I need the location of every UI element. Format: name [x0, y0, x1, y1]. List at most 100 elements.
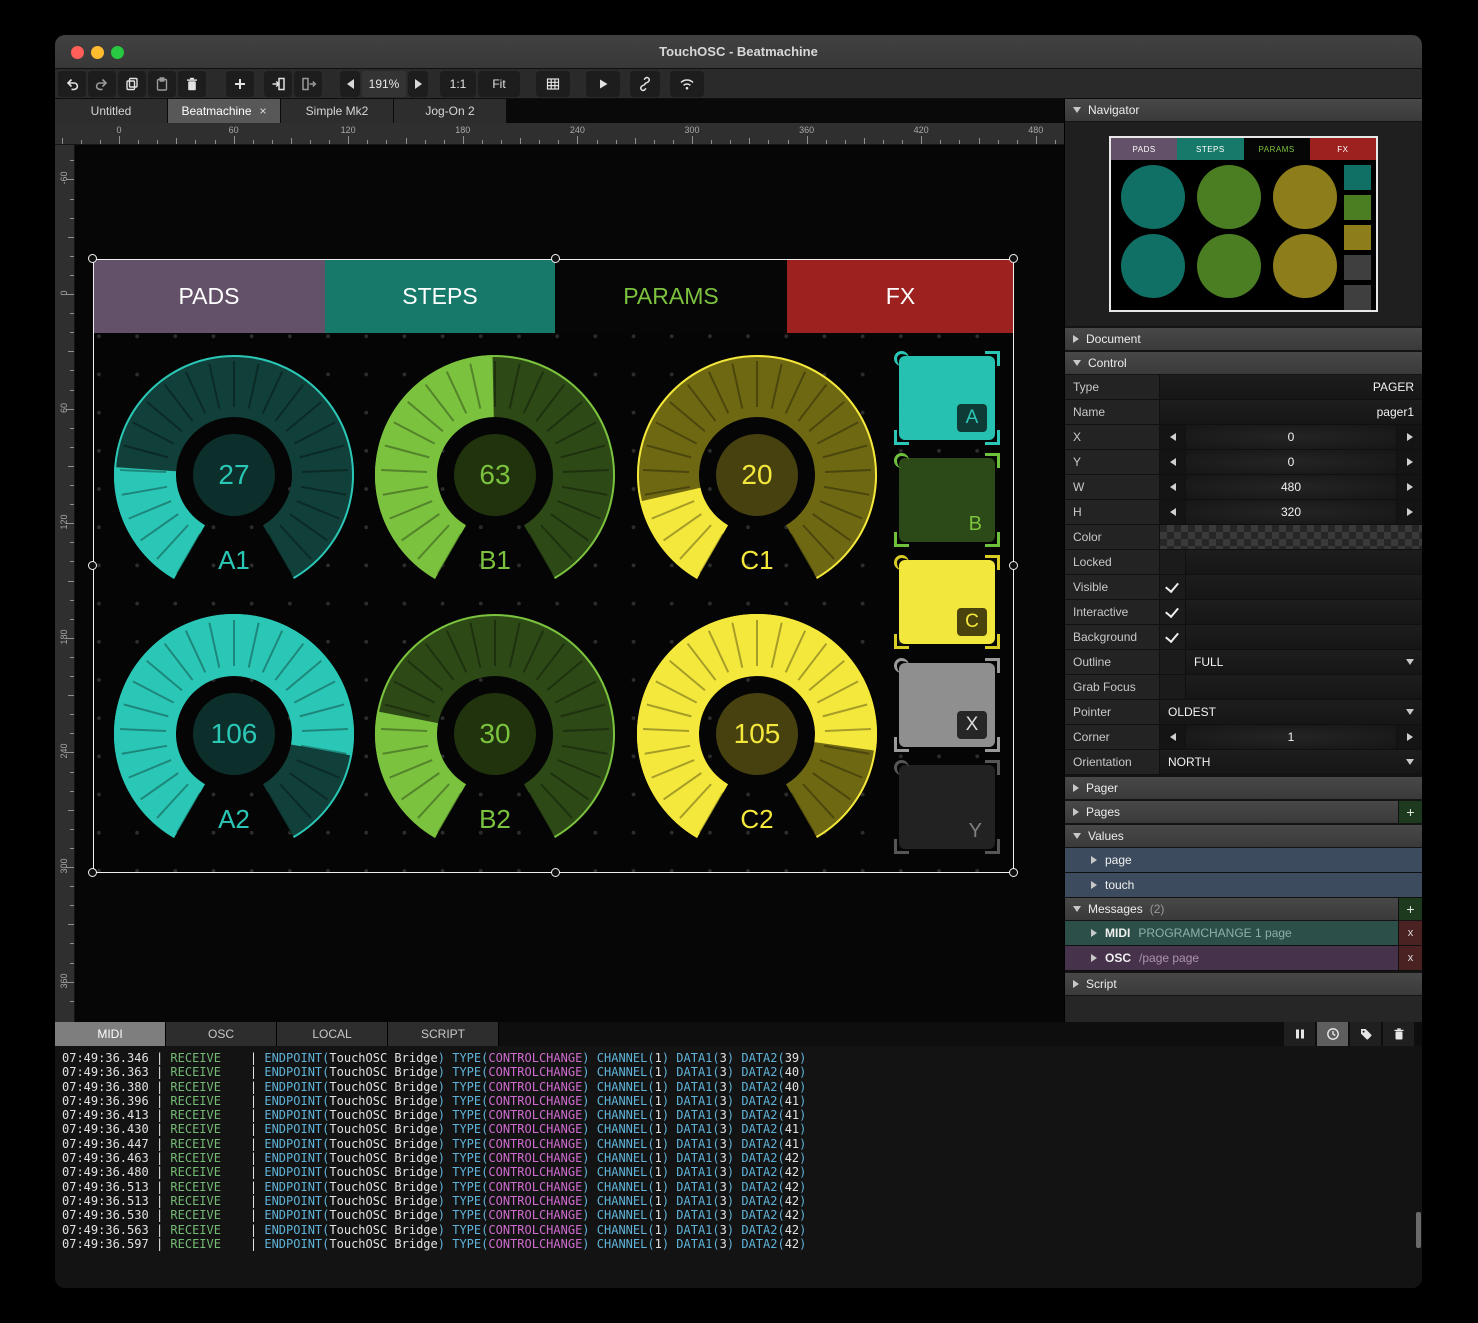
log-tab-osc[interactable]: OSC: [166, 1022, 277, 1046]
selection-handle[interactable]: [88, 868, 97, 877]
radial-knob-b2[interactable]: 30B2: [365, 604, 625, 864]
section-document[interactable]: Document: [1065, 328, 1422, 351]
prop-name-value[interactable]: pager1: [1160, 400, 1422, 424]
radial-knob-b1[interactable]: 63B1: [365, 345, 625, 605]
radial-knob-a1[interactable]: 27A1: [104, 345, 364, 605]
increment-button[interactable]: [1396, 450, 1422, 474]
log-tab-midi[interactable]: MIDI: [55, 1022, 166, 1046]
color-swatch[interactable]: [1160, 525, 1422, 549]
navigator-tab-steps[interactable]: STEPS: [1177, 138, 1243, 160]
decrement-button[interactable]: [1160, 425, 1186, 449]
navigator-preview[interactable]: PADSSTEPSPARAMSFX: [1065, 122, 1422, 326]
radial-knob-c2[interactable]: 105C2: [627, 604, 887, 864]
navigator-tab-fx[interactable]: FX: [1310, 138, 1376, 160]
decrement-button[interactable]: [1160, 450, 1186, 474]
pointer-dropdown[interactable]: OLDEST: [1160, 700, 1422, 724]
locked-checkbox[interactable]: [1160, 550, 1186, 574]
value-row-touch[interactable]: touch: [1065, 873, 1422, 898]
pager-tab-steps[interactable]: STEPS: [325, 259, 555, 333]
selection-handle[interactable]: [551, 868, 560, 877]
section-pager[interactable]: Pager: [1065, 777, 1422, 800]
grabfocus-checkbox[interactable]: [1160, 675, 1186, 699]
pager-tab-params[interactable]: PARAMS: [555, 259, 787, 333]
increment-button[interactable]: [1396, 425, 1422, 449]
log-tab-local[interactable]: LOCAL: [277, 1022, 388, 1046]
section-control[interactable]: Control: [1065, 352, 1422, 375]
titlebar[interactable]: TouchOSC - Beatmachine: [55, 35, 1422, 69]
timestamp-toggle-button[interactable]: [1317, 1022, 1348, 1046]
section-messages[interactable]: Messages(2)+: [1065, 898, 1422, 921]
navigator-tab-pads[interactable]: PADS: [1111, 138, 1177, 160]
radial-knob-c1[interactable]: 20C1: [627, 345, 887, 605]
doc-tab-simple-mk2[interactable]: Simple Mk2: [281, 99, 394, 123]
fit-button[interactable]: Fit: [478, 71, 520, 97]
prop-w-value[interactable]: 480: [1186, 475, 1396, 499]
radial-knob-a2[interactable]: 106A2: [104, 604, 364, 864]
visible-checkbox[interactable]: [1160, 575, 1186, 599]
delete-message-button[interactable]: x: [1398, 921, 1422, 945]
selection-handle[interactable]: [1009, 561, 1018, 570]
doc-tab-beatmachine[interactable]: Beatmachine×: [168, 99, 281, 123]
zoom-level[interactable]: 191%: [362, 71, 406, 97]
prop-y-value[interactable]: 0: [1186, 450, 1396, 474]
decrement-button[interactable]: [1160, 725, 1186, 749]
pad-button-b[interactable]: B: [899, 458, 995, 542]
tag-filter-button[interactable]: [1350, 1022, 1381, 1046]
outline-checkbox[interactable]: [1160, 650, 1186, 674]
prop-type-value[interactable]: PAGER: [1160, 375, 1422, 399]
increment-button[interactable]: [1396, 725, 1422, 749]
increment-button[interactable]: [1396, 500, 1422, 524]
pad-button-a[interactable]: A: [899, 356, 995, 440]
delete-message-button[interactable]: x: [1398, 946, 1422, 970]
actual-size-button[interactable]: 1:1: [440, 71, 476, 97]
zoom-out-button[interactable]: [340, 71, 360, 97]
prop-x-value[interactable]: 0: [1186, 425, 1396, 449]
pad-button-x[interactable]: X: [899, 663, 995, 747]
selection-handle[interactable]: [88, 254, 97, 263]
section-pages[interactable]: Pages+: [1065, 801, 1422, 824]
outline-dropdown[interactable]: FULL: [1186, 650, 1422, 674]
pad-button-y[interactable]: Y: [899, 765, 995, 849]
selection-handle[interactable]: [1009, 254, 1018, 263]
close-tab-icon[interactable]: ×: [260, 104, 267, 118]
message-row-osc[interactable]: OSC/page pagex: [1065, 946, 1422, 971]
wifi-button[interactable]: [670, 71, 704, 97]
pager-control[interactable]: PADSSTEPSPARAMSFX 27A163B120C1106A230B21…: [93, 259, 1014, 873]
pager-tab-fx[interactable]: FX: [787, 259, 1014, 333]
decrement-button[interactable]: [1160, 475, 1186, 499]
paste-button[interactable]: [148, 71, 176, 97]
selection-handle[interactable]: [1009, 868, 1018, 877]
play-button[interactable]: [586, 71, 620, 97]
doc-tab-jog-on-2[interactable]: Jog-On 2: [394, 99, 507, 123]
orientation-dropdown[interactable]: NORTH: [1160, 750, 1422, 774]
background-checkbox[interactable]: [1160, 625, 1186, 649]
export-button[interactable]: [294, 71, 322, 97]
zoom-in-button[interactable]: [408, 71, 428, 97]
selection-handle[interactable]: [551, 254, 560, 263]
selection-handle[interactable]: [88, 561, 97, 570]
delete-button[interactable]: [178, 71, 206, 97]
section-values[interactable]: Values: [1065, 825, 1422, 848]
pause-log-button[interactable]: [1284, 1022, 1315, 1046]
import-button[interactable]: [264, 71, 292, 97]
section-script[interactable]: Script: [1065, 973, 1422, 996]
add-button[interactable]: [226, 71, 254, 97]
interactive-checkbox[interactable]: [1160, 600, 1186, 624]
navigator-tab-params[interactable]: PARAMS: [1244, 138, 1310, 160]
pad-button-c[interactable]: C: [899, 560, 995, 644]
increment-button[interactable]: [1396, 475, 1422, 499]
copy-button[interactable]: [118, 71, 146, 97]
message-row-midi[interactable]: MIDIPROGRAMCHANGE 1 pagex: [1065, 921, 1422, 946]
editor-canvas[interactable]: PADSSTEPSPARAMSFX 27A163B120C1106A230B21…: [75, 145, 1064, 1022]
section-navigator[interactable]: Navigator: [1065, 99, 1422, 122]
add-message-button[interactable]: +: [1398, 898, 1422, 920]
value-row-page[interactable]: page: [1065, 848, 1422, 873]
doc-tab-untitled[interactable]: Untitled: [55, 99, 168, 123]
decrement-button[interactable]: [1160, 500, 1186, 524]
redo-button[interactable]: [88, 71, 116, 97]
link-button[interactable]: [630, 71, 660, 97]
prop-h-value[interactable]: 320: [1186, 500, 1396, 524]
add-page-button[interactable]: +: [1398, 801, 1422, 823]
grid-button[interactable]: [536, 71, 570, 97]
log-tab-script[interactable]: SCRIPT: [388, 1022, 499, 1046]
